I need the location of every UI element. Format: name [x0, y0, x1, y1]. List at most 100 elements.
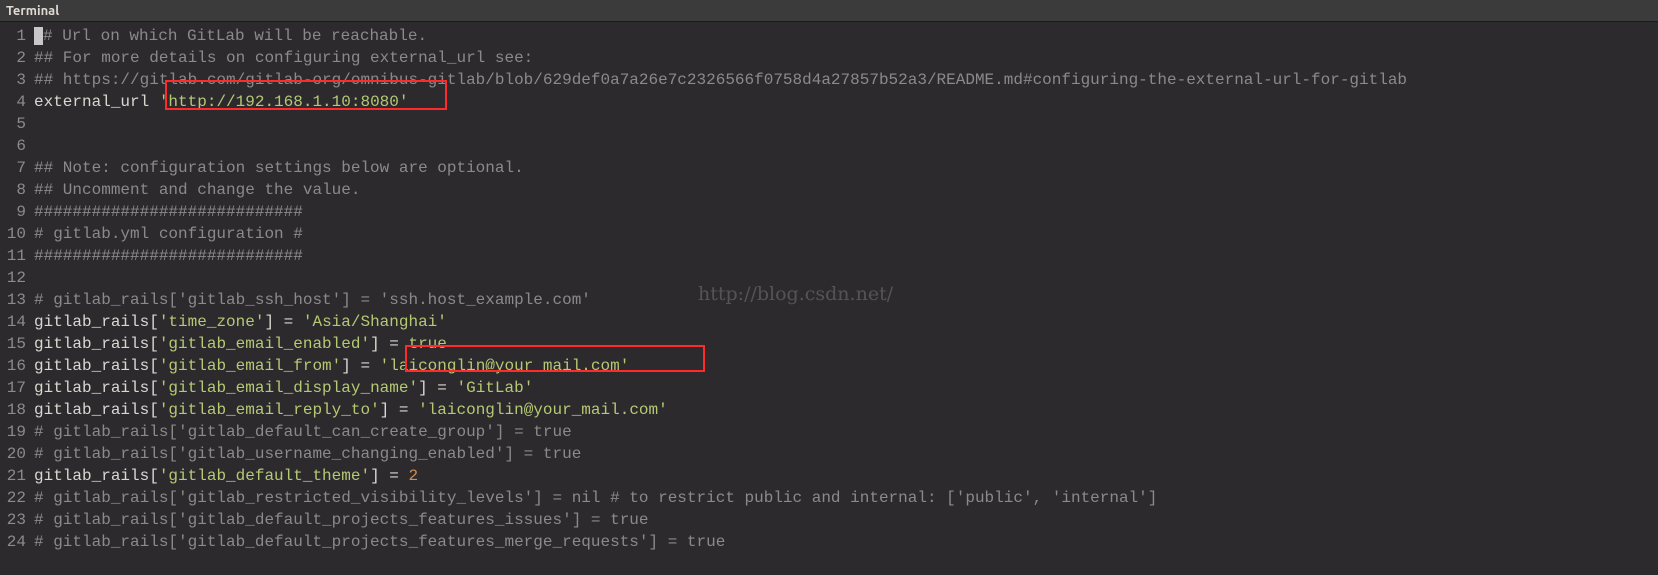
code-line[interactable]: 16gitlab_rails['gitlab_email_from'] = 'l… [0, 355, 1658, 377]
code-line[interactable]: 9############################ [0, 201, 1658, 223]
code-line[interactable]: 3## https://gitlab.com/gitlab-org/omnibu… [0, 69, 1658, 91]
code-token: gitlab_rails [34, 357, 149, 375]
code-content[interactable]: # Url on which GitLab will be reachable. [34, 25, 1658, 47]
code-line[interactable]: 14gitlab_rails['time_zone'] = 'Asia/Shan… [0, 311, 1658, 333]
code-token: external_url [34, 93, 159, 111]
code-token: ############################ [34, 247, 303, 265]
code-line[interactable]: 18gitlab_rails['gitlab_email_reply_to'] … [0, 399, 1658, 421]
code-content[interactable]: gitlab_rails['gitlab_default_theme'] = 2 [34, 465, 1658, 487]
code-token: # gitlab_rails['gitlab_restricted_visibi… [34, 489, 1157, 507]
code-line[interactable]: 24# gitlab_rails['gitlab_default_project… [0, 531, 1658, 553]
code-content[interactable]: ############################ [34, 201, 1658, 223]
code-token: 'GitLab' [456, 379, 533, 397]
line-number: 1 [0, 25, 34, 47]
code-token: # Url on which GitLab will be reachable. [43, 27, 427, 45]
code-token: # gitlab_rails['gitlab_default_projects_… [34, 511, 649, 529]
code-content[interactable]: ## Note: configuration settings below ar… [34, 157, 1658, 179]
code-token: true [408, 335, 446, 353]
line-number: 18 [0, 399, 34, 421]
line-number: 3 [0, 69, 34, 91]
code-token: [ [149, 467, 159, 485]
code-token: ] = [418, 379, 456, 397]
line-number: 16 [0, 355, 34, 377]
code-token: [ [149, 379, 159, 397]
code-line[interactable]: 11############################ [0, 245, 1658, 267]
code-content[interactable]: ############################ [34, 245, 1658, 267]
code-content[interactable]: external_url 'http://192.168.1.10:8080' [34, 91, 1658, 113]
code-token: gitlab_rails [34, 335, 149, 353]
code-line[interactable]: 12 [0, 267, 1658, 289]
code-content[interactable]: # gitlab_rails['gitlab_ssh_host'] = 'ssh… [34, 289, 1658, 311]
code-content[interactable]: gitlab_rails['gitlab_email_enabled'] = t… [34, 333, 1658, 355]
code-line[interactable]: 1 # Url on which GitLab will be reachable… [0, 25, 1658, 47]
code-token: [ [149, 401, 159, 419]
code-content[interactable]: gitlab_rails['time_zone'] = 'Asia/Shangh… [34, 311, 1658, 333]
window-title: Terminal [6, 4, 59, 18]
code-token: [ [149, 313, 159, 331]
code-content[interactable]: # gitlab_rails['gitlab_username_changing… [34, 443, 1658, 465]
code-content[interactable]: ## Uncomment and change the value. [34, 179, 1658, 201]
code-content[interactable]: gitlab_rails['gitlab_email_reply_to'] = … [34, 399, 1658, 421]
code-token: ] = [264, 313, 302, 331]
code-line[interactable]: 20# gitlab_rails['gitlab_username_changi… [0, 443, 1658, 465]
line-number: 8 [0, 179, 34, 201]
code-content[interactable]: # gitlab_rails['gitlab_default_projects_… [34, 531, 1658, 553]
code-token: 'gitlab_default_theme' [159, 467, 370, 485]
code-content[interactable]: # gitlab.yml configuration # [34, 223, 1658, 245]
code-token: # gitlab_rails['gitlab_username_changing… [34, 445, 581, 463]
code-token: gitlab_rails [34, 379, 149, 397]
code-token: ## For more details on configuring exter… [34, 49, 533, 67]
code-line[interactable]: 19# gitlab_rails['gitlab_default_can_cre… [0, 421, 1658, 443]
code-token: ] = [370, 335, 408, 353]
line-number: 11 [0, 245, 34, 267]
code-content[interactable]: # gitlab_rails['gitlab_default_projects_… [34, 509, 1658, 531]
code-token: 'http://192.168.1.10:8080' [159, 93, 409, 111]
line-number: 5 [0, 113, 34, 135]
line-number: 23 [0, 509, 34, 531]
line-number: 24 [0, 531, 34, 553]
code-content[interactable]: ## https://gitlab.com/gitlab-org/omnibus… [34, 69, 1658, 91]
code-token: ## Note: configuration settings below ar… [34, 159, 524, 177]
code-line[interactable]: 8## Uncomment and change the value. [0, 179, 1658, 201]
code-line[interactable]: 15gitlab_rails['gitlab_email_enabled'] =… [0, 333, 1658, 355]
line-number: 20 [0, 443, 34, 465]
code-content[interactable]: # gitlab_rails['gitlab_restricted_visibi… [34, 487, 1658, 509]
code-line[interactable]: 21gitlab_rails['gitlab_default_theme'] =… [0, 465, 1658, 487]
code-line[interactable]: 10# gitlab.yml configuration # [0, 223, 1658, 245]
code-token: gitlab_rails [34, 467, 149, 485]
code-content[interactable]: gitlab_rails['gitlab_email_from'] = 'lai… [34, 355, 1658, 377]
code-line[interactable]: 13# gitlab_rails['gitlab_ssh_host'] = 's… [0, 289, 1658, 311]
code-line[interactable]: 2## For more details on configuring exte… [0, 47, 1658, 69]
line-number: 10 [0, 223, 34, 245]
code-token: 'gitlab_email_enabled' [159, 335, 370, 353]
text-cursor [34, 27, 43, 45]
line-number: 22 [0, 487, 34, 509]
code-token: gitlab_rails [34, 401, 149, 419]
code-line[interactable]: 17gitlab_rails['gitlab_email_display_nam… [0, 377, 1658, 399]
editor-area[interactable]: 1 # Url on which GitLab will be reachable… [0, 22, 1658, 553]
code-line[interactable]: 6 [0, 135, 1658, 157]
code-line[interactable]: 7## Note: configuration settings below a… [0, 157, 1658, 179]
code-token: ] = [341, 357, 379, 375]
code-line[interactable]: 4external_url 'http://192.168.1.10:8080' [0, 91, 1658, 113]
line-number: 17 [0, 377, 34, 399]
code-token: # gitlab_rails['gitlab_ssh_host'] = 'ssh… [34, 291, 591, 309]
code-content[interactable]: ## For more details on configuring exter… [34, 47, 1658, 69]
line-number: 2 [0, 47, 34, 69]
line-number: 7 [0, 157, 34, 179]
line-number: 6 [0, 135, 34, 157]
code-line[interactable]: 5 [0, 113, 1658, 135]
code-token: ############################ [34, 203, 303, 221]
code-line[interactable]: 23# gitlab_rails['gitlab_default_project… [0, 509, 1658, 531]
line-number: 9 [0, 201, 34, 223]
code-token: ] = [370, 467, 408, 485]
line-number: 12 [0, 267, 34, 289]
code-token: [ [149, 335, 159, 353]
code-line[interactable]: 22# gitlab_rails['gitlab_restricted_visi… [0, 487, 1658, 509]
window-title-bar: Terminal [0, 0, 1658, 22]
line-number: 19 [0, 421, 34, 443]
code-token: 'time_zone' [159, 313, 265, 331]
code-content[interactable]: # gitlab_rails['gitlab_default_can_creat… [34, 421, 1658, 443]
code-content[interactable]: gitlab_rails['gitlab_email_display_name'… [34, 377, 1658, 399]
code-token: 'gitlab_email_display_name' [159, 379, 418, 397]
